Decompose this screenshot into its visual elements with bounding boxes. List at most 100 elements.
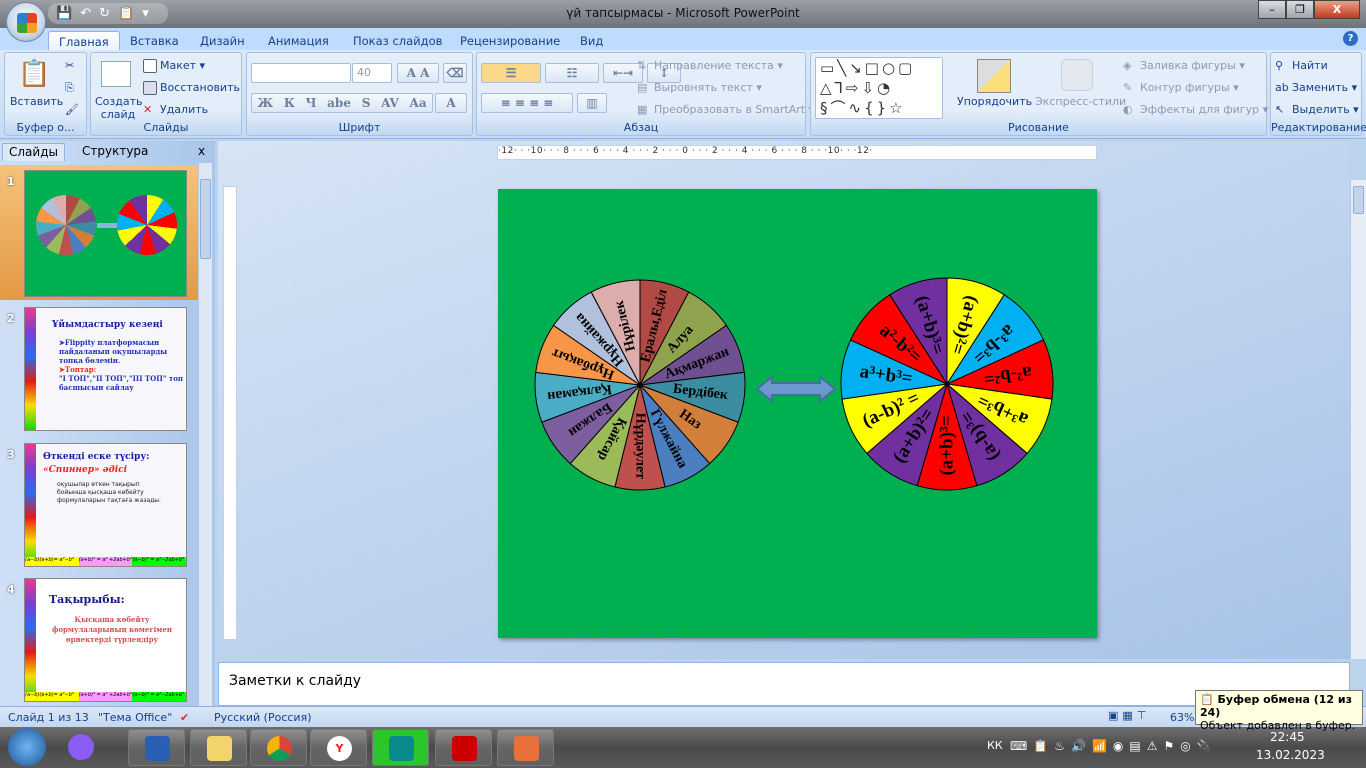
layout-button[interactable]: Макет ▾ bbox=[143, 59, 205, 73]
minimize-button[interactable]: – bbox=[1258, 0, 1286, 19]
theme-name: "Тема Office" bbox=[98, 711, 173, 724]
tab-slideshow[interactable]: Показ слайдов bbox=[343, 31, 452, 51]
vertical-scrollbar[interactable] bbox=[1350, 180, 1366, 659]
zoom-level[interactable]: 63% bbox=[1170, 711, 1194, 724]
bold-button[interactable]: Ж bbox=[257, 96, 273, 110]
strikethrough-button[interactable]: abe bbox=[327, 96, 351, 110]
arrange-button[interactable]: Упорядочить bbox=[957, 95, 1032, 108]
tab-animation[interactable]: Анимация bbox=[258, 31, 339, 51]
redo-icon[interactable]: ↻ bbox=[99, 6, 110, 21]
align-buttons[interactable]: ≡ ≡ ≡ ≡ bbox=[481, 93, 573, 113]
clear-format-icon[interactable]: ⌫ bbox=[443, 63, 467, 83]
taskbar-explorer[interactable] bbox=[190, 729, 247, 766]
convert-smartart-button[interactable]: ▦Преобразовать в SmartArt ▾ bbox=[637, 103, 814, 117]
slide-thumbnail-2[interactable]: Ұйымдастыру кезеңі ➤Flippity платформасы… bbox=[24, 307, 187, 431]
cut-icon[interactable]: ✂ bbox=[65, 59, 74, 72]
names-wheel[interactable]: Ералы,ЕділАлуаАқмаржанБердібекНазГүлжайн… bbox=[534, 279, 746, 491]
restore-button[interactable]: ❐ bbox=[1286, 0, 1314, 19]
bullets-button[interactable]: ☰ bbox=[481, 63, 541, 83]
tab-review[interactable]: Рецензирование bbox=[450, 31, 570, 51]
thumb-body: оқушылар өткен тақырып бойынша қысқаша к… bbox=[57, 481, 161, 504]
taskbar-acrobat[interactable] bbox=[435, 729, 492, 766]
font-color-button[interactable]: A bbox=[435, 93, 467, 113]
double-arrow[interactable] bbox=[755, 374, 837, 404]
close-button[interactable]: X bbox=[1314, 0, 1360, 19]
taskbar-eset[interactable] bbox=[372, 729, 429, 766]
alice-icon[interactable] bbox=[68, 734, 94, 760]
help-icon[interactable]: ? bbox=[1343, 31, 1358, 46]
slide-thumbnail-3[interactable]: Өткенді еске түсіру: «Спиннер» әдісі оқу… bbox=[24, 443, 187, 567]
clock-date[interactable]: 13.02.2023 bbox=[1256, 748, 1325, 762]
language-indicator[interactable]: КК bbox=[987, 739, 1003, 752]
clipboard-icon[interactable]: 📋 bbox=[118, 6, 134, 21]
format-painter-icon[interactable]: 🖌 bbox=[65, 103, 79, 116]
save-icon[interactable]: 💾 bbox=[56, 6, 72, 21]
shape-outline-button[interactable]: ✎ Контур фигуры ▾ bbox=[1123, 81, 1239, 95]
shapes-gallery[interactable]: ▭╲↘□○▢ △⅂⇨⇩◔ §⌒∿{}☆ bbox=[815, 57, 943, 119]
paste-button[interactable]: Вставить bbox=[10, 95, 63, 108]
new-slide-button[interactable]: Создать слайд bbox=[95, 95, 143, 121]
columns-button[interactable]: ▥ bbox=[577, 93, 607, 113]
taskbar-powerpoint[interactable] bbox=[497, 729, 554, 766]
find-button[interactable]: ⚲ Найти bbox=[1275, 59, 1328, 73]
taskbar-chrome[interactable] bbox=[250, 729, 307, 766]
formula-wheel[interactable]: (a+b)²=a³-b³=a²-b²=a³+b³=(a-b)³=(a+b)³=(… bbox=[840, 277, 1054, 491]
slides-panel-scrollbar[interactable] bbox=[198, 163, 212, 706]
font-style-buttons: Ж К Ч abe S AV Aa bbox=[251, 93, 433, 113]
group-label: Рисование bbox=[1008, 121, 1069, 134]
slide-canvas[interactable]: Ералы,Еділ Алуа Ақмаржан Бердібек Наз Гүлжайн… bbox=[498, 189, 1097, 638]
replace-button[interactable]: ab Заменить ▾ bbox=[1275, 81, 1357, 95]
italic-button[interactable]: К bbox=[284, 96, 295, 110]
text-direction-button[interactable]: ⇅ Направление текста ▾ bbox=[637, 59, 783, 73]
tab-insert[interactable]: Вставка bbox=[120, 31, 189, 51]
names-wheel-thumb bbox=[36, 195, 96, 255]
undo-icon[interactable]: ↶ bbox=[80, 6, 91, 21]
clock-time[interactable]: 22:45 bbox=[1270, 730, 1305, 744]
language[interactable]: Русский (Россия) bbox=[214, 711, 312, 724]
shadow-button[interactable]: S bbox=[362, 96, 371, 110]
spacing-button[interactable]: AV bbox=[381, 96, 399, 110]
ribbon-tabs: Главная Вставка Дизайн Анимация Показ сл… bbox=[0, 28, 1366, 52]
numbering-button[interactable]: ☷ bbox=[545, 63, 599, 83]
close-panel-button[interactable]: x bbox=[192, 143, 211, 161]
start-button[interactable] bbox=[8, 728, 46, 766]
shape-fill-button[interactable]: ◈ Заливка фигуры ▾ bbox=[1123, 59, 1245, 73]
shape-effects-button[interactable]: ◐ Эффекты для фигур ▾ bbox=[1123, 103, 1268, 117]
tab-design[interactable]: Дизайн bbox=[190, 31, 255, 51]
notes-pane[interactable]: Заметки к слайду bbox=[218, 662, 1350, 706]
tab-home[interactable]: Главная bbox=[48, 31, 120, 52]
align-text-button[interactable]: ▤ Выровнять текст ▾ bbox=[637, 81, 762, 95]
taskbar-word[interactable] bbox=[128, 729, 185, 766]
customize-icon[interactable]: ▾ bbox=[142, 6, 149, 21]
rainbow-bar bbox=[25, 579, 36, 701]
group-font: 40 A A ⌫ Ж К Ч abe S AV Aa A Шрифт bbox=[246, 52, 473, 136]
slide-thumbnail-4[interactable]: Тақырыбы: Қысқаша көбейту формулаларының… bbox=[24, 578, 187, 702]
clipboard-icon: 📋 bbox=[1200, 693, 1214, 706]
spellcheck-icon[interactable]: ✔ bbox=[180, 711, 189, 724]
select-button[interactable]: ↖ Выделить ▾ bbox=[1275, 103, 1359, 117]
case-button[interactable]: Aa bbox=[410, 96, 427, 110]
font-size-select[interactable]: 40 bbox=[352, 63, 392, 83]
delete-slide-button[interactable]: ✕ Удалить bbox=[143, 103, 208, 117]
quick-styles-button[interactable]: Экспресс-стили bbox=[1035, 95, 1126, 108]
group-label: Шрифт bbox=[338, 121, 381, 134]
office-button[interactable] bbox=[6, 2, 46, 42]
formula-strip: (a−b)(a+b)= a²−b² (a+b)² = a² +2ab+b² (a−b… bbox=[25, 692, 186, 701]
slide-thumbnail-1[interactable] bbox=[24, 170, 187, 297]
tab-slides[interactable]: Слайды bbox=[2, 143, 65, 161]
binoculars-icon: ⚲ bbox=[1275, 59, 1284, 72]
reset-button[interactable]: Восстановить bbox=[143, 81, 240, 95]
taskbar-yandex[interactable]: Y bbox=[310, 729, 367, 766]
grow-shrink-font-buttons[interactable]: A A bbox=[397, 63, 439, 83]
view-buttons[interactable]: ▣▦⊤ bbox=[1108, 709, 1150, 722]
smartart-icon: ▦ bbox=[637, 103, 648, 116]
group-label: Слайды bbox=[143, 121, 189, 134]
slides-panel: Слайды Структура x 1 2 Ұйымдастыру кезең… bbox=[0, 141, 215, 706]
underline-button[interactable]: Ч bbox=[305, 96, 316, 110]
tab-outline[interactable]: Структура bbox=[76, 143, 154, 161]
tab-view[interactable]: Вид bbox=[570, 31, 613, 51]
copy-icon[interactable]: ⎘ bbox=[65, 81, 74, 95]
font-name-select[interactable] bbox=[251, 63, 351, 83]
paste-icon: 📋 bbox=[18, 59, 51, 89]
tray-icons[interactable]: ⌨📋♨🔊📶◉▤⚠⚑◎🔌 bbox=[1010, 739, 1218, 753]
